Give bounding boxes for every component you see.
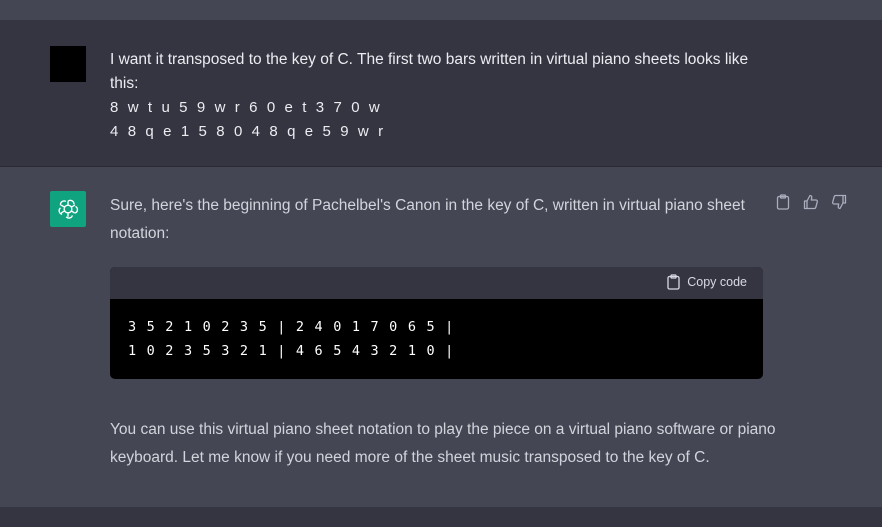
next-message-edge [0,507,882,527]
code-line-2: 1 0 2 3 5 3 2 1 | 4 6 5 4 3 2 1 0 | [128,343,455,359]
user-message-intro: I want it transposed to the key of C. Th… [110,51,749,92]
thumbs-down-icon[interactable] [830,193,848,211]
thumbs-up-icon[interactable] [802,193,820,211]
user-message-sequence-1: 8 w t u 5 9 w r 6 0 e t 3 7 0 w [110,99,383,116]
user-message-text: I want it transposed to the key of C. Th… [110,48,770,144]
assistant-message-row: Sure, here's the beginning of Pachelbel'… [0,167,882,507]
assistant-message-outro: You can use this virtual piano sheet not… [110,421,776,466]
user-message-sequence-2: 4 8 q e 1 5 8 0 4 8 q e 5 9 w r [110,123,386,140]
message-actions [774,193,848,211]
user-message-row: I want it transposed to the key of C. Th… [0,20,882,167]
code-block: Copy code 3 5 2 1 0 2 3 5 | 2 4 0 1 7 0 … [110,267,763,379]
clipboard-icon [667,274,680,290]
openai-logo-icon [50,191,86,227]
copy-code-button[interactable]: Copy code [667,274,747,290]
previous-message-edge [0,0,882,20]
assistant-message-intro: Sure, here's the beginning of Pachelbel'… [110,197,745,242]
clipboard-icon[interactable] [774,193,792,211]
copy-code-label: Copy code [687,275,747,289]
code-line-1: 3 5 2 1 0 2 3 5 | 2 4 0 1 7 0 6 5 | [128,319,455,335]
code-content[interactable]: 3 5 2 1 0 2 3 5 | 2 4 0 1 7 0 6 5 | 1 0 2… [110,299,763,379]
user-avatar [50,46,86,82]
code-block-header: Copy code [110,267,763,299]
